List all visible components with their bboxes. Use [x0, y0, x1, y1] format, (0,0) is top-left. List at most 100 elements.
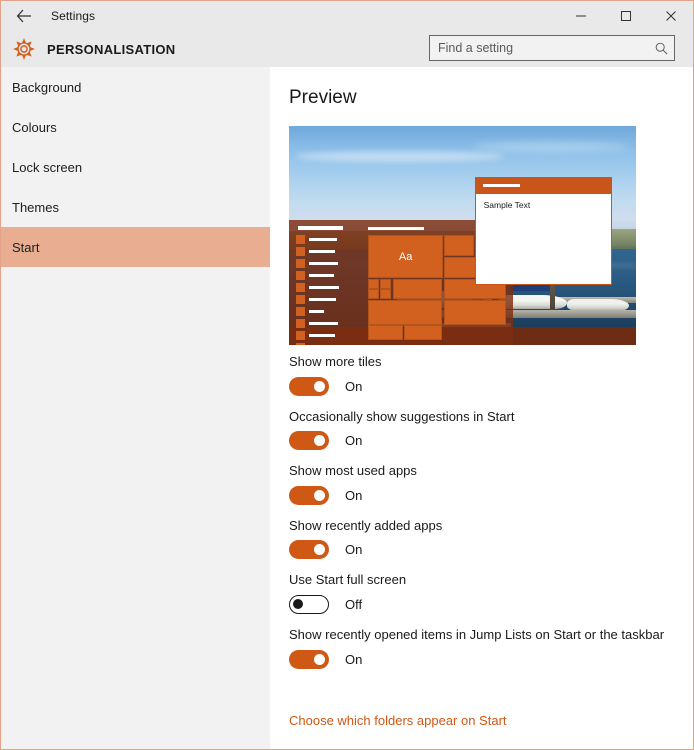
sidebar-item-start[interactable]: Start	[1, 227, 270, 267]
tile-small	[368, 289, 380, 299]
app-label-bar	[308, 286, 339, 290]
setting-show-most-used-apps: Show most used apps On	[289, 463, 679, 505]
sample-window-body: Sample Text	[476, 194, 611, 210]
tile-group-header-bar	[368, 227, 424, 231]
tile-small	[380, 289, 392, 299]
app-list-mock	[295, 226, 356, 345]
app-label-bar	[308, 322, 338, 326]
app-label-bar	[308, 262, 338, 266]
app-label-bar	[308, 310, 324, 314]
sample-text: Sample Text	[483, 200, 531, 211]
app-icon	[295, 331, 305, 341]
app-list-item	[295, 319, 356, 329]
cloud-shape	[472, 141, 630, 152]
toggle-state-label: On	[345, 487, 363, 503]
app-list-item	[295, 271, 356, 281]
sidebar: Background Colours Lock screen Themes St…	[1, 67, 270, 749]
toggle-show-suggestions[interactable]	[289, 431, 329, 451]
app-label-bar	[308, 334, 335, 338]
app-list-header-bar	[298, 226, 343, 230]
app-list-item	[295, 235, 356, 245]
tile-medium	[392, 279, 443, 299]
app-list-item	[295, 259, 356, 269]
sidebar-item-label: Themes	[12, 199, 59, 215]
preview-heading: Preview	[289, 87, 357, 108]
back-arrow-icon	[16, 9, 32, 23]
setting-show-suggestions: Occasionally show suggestions in Start O…	[289, 409, 679, 451]
gear-icon	[1, 38, 47, 60]
maximize-icon	[620, 10, 632, 22]
toggle-use-start-full-screen[interactable]	[289, 594, 329, 614]
close-button[interactable]	[648, 1, 693, 31]
app-list-item	[295, 343, 356, 345]
tile-small	[404, 325, 443, 340]
sidebar-item-themes[interactable]: Themes	[1, 187, 270, 227]
app-label-bar	[308, 274, 334, 278]
cloud-shape	[295, 151, 505, 163]
minimize-button[interactable]	[558, 1, 603, 31]
toggle-show-more-tiles[interactable]	[289, 376, 329, 396]
toggle-row: On	[289, 649, 679, 669]
search-input[interactable]	[430, 37, 648, 59]
toggle-state-label: On	[345, 651, 363, 667]
app-icon	[295, 319, 305, 329]
tile-small	[368, 279, 380, 289]
setting-show-jump-lists: Show recently opened items in Jump Lists…	[289, 627, 679, 669]
toggle-row: On	[289, 431, 679, 451]
sidebar-item-lock-screen[interactable]: Lock screen	[1, 147, 270, 187]
app-list-item	[295, 307, 356, 317]
toggle-row: On	[289, 485, 679, 505]
maximize-button[interactable]	[603, 1, 648, 31]
settings-list: Show more tiles On Occasionally show sug…	[289, 354, 679, 682]
search-box[interactable]	[429, 35, 675, 61]
app-label-bar	[308, 298, 336, 302]
setting-label: Show recently opened items in Jump Lists…	[289, 626, 665, 642]
app-icon	[295, 283, 305, 293]
toggle-knob	[293, 598, 303, 609]
tile-text: Aa	[398, 250, 413, 263]
setting-label: Occasionally show suggestions in Start	[289, 408, 515, 424]
setting-use-start-full-screen: Use Start full screen Off	[289, 572, 679, 614]
tile-large: Aa	[368, 235, 443, 279]
start-preview-image: Aa Sample Text	[289, 126, 636, 345]
app-label-bar	[308, 238, 337, 242]
choose-folders-link[interactable]: Choose which folders appear on Start	[289, 713, 507, 728]
tile-small	[380, 279, 392, 289]
toggle-show-jump-lists[interactable]	[289, 649, 329, 669]
close-icon	[665, 10, 677, 22]
tile-small	[368, 325, 403, 340]
search-icon[interactable]	[648, 41, 674, 56]
toggle-show-most-used-apps[interactable]	[289, 485, 329, 505]
app-icon	[295, 343, 305, 345]
app-icon	[295, 307, 305, 317]
app-list-item	[295, 247, 356, 257]
app-icon	[295, 235, 305, 245]
setting-label: Show most used apps	[289, 463, 417, 479]
tile-medium	[444, 299, 507, 325]
toggle-state-label: On	[345, 542, 363, 558]
window-title: Settings	[51, 9, 96, 23]
app-list-item	[295, 295, 356, 305]
tile-medium	[444, 235, 475, 257]
setting-label: Show more tiles	[289, 354, 382, 369]
sample-window-titlebar	[475, 178, 611, 195]
caption-buttons	[558, 1, 693, 31]
sample-window-mock: Sample Text	[474, 177, 612, 285]
header-bar: PERSONALISATION	[1, 31, 693, 67]
sidebar-item-label: Colours	[12, 119, 57, 135]
app-icon	[295, 271, 305, 281]
sidebar-item-label: Lock screen	[12, 159, 83, 175]
toggle-knob	[314, 653, 325, 665]
toggle-show-recently-added-apps[interactable]	[289, 540, 329, 560]
app-icon	[295, 295, 305, 305]
content-pane: Preview Aa Sample Text Show more tiles O…	[270, 67, 693, 749]
sidebar-item-background[interactable]: Background	[1, 67, 270, 107]
sidebar-item-colours[interactable]: Colours	[1, 107, 270, 147]
settings-window: Settings PERSONALISATION Find a setting …	[0, 0, 694, 750]
page-title: PERSONALISATION	[47, 41, 176, 57]
setting-label: Show recently added apps	[289, 517, 443, 533]
tile-medium	[368, 299, 443, 325]
toggle-row: Off	[289, 594, 679, 614]
sidebar-item-label: Background	[12, 79, 82, 95]
back-button[interactable]	[1, 1, 47, 31]
